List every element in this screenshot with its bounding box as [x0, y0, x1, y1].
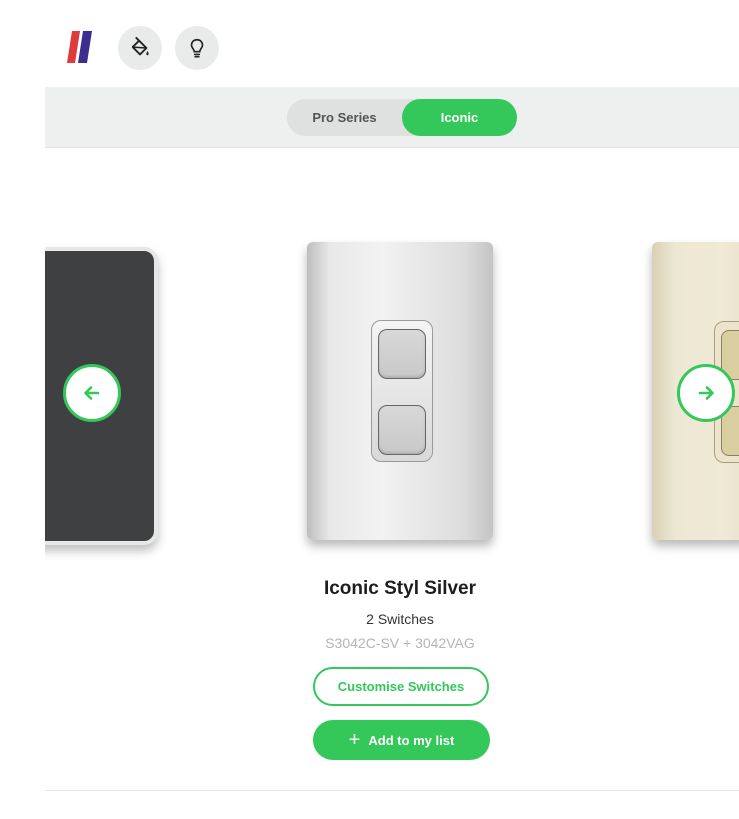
switch-key-bottom	[378, 405, 426, 455]
lightbulb-icon	[190, 38, 204, 58]
product-switch-count: 2 Switches	[366, 611, 434, 627]
series-option-pro[interactable]: Pro Series	[287, 99, 402, 136]
switch-frame	[371, 320, 433, 462]
divider	[45, 790, 739, 791]
previous-product-button[interactable]	[63, 364, 121, 422]
switch-key-top	[378, 329, 426, 379]
series-toggle: Pro Series Iconic	[287, 99, 517, 136]
product-carousel: Iconic Styl Silver 2 Switches S3042C-SV …	[45, 150, 739, 790]
brand-logo-icon	[67, 31, 92, 63]
paint-button[interactable]	[118, 26, 162, 70]
paint-bucket-icon	[131, 37, 149, 56]
add-to-list-button[interactable]: + Add to my list	[313, 720, 490, 760]
arrow-left-icon	[84, 386, 100, 400]
plus-icon: +	[348, 729, 361, 751]
product-code: S3042C-SV + 3042VAG	[325, 635, 475, 651]
brand-logo[interactable]	[67, 31, 95, 63]
add-to-list-label: Add to my list	[368, 732, 455, 748]
product-title: Iconic Styl Silver	[323, 578, 477, 599]
arrow-right-icon	[698, 386, 714, 400]
series-option-iconic[interactable]: Iconic	[402, 99, 517, 136]
lightbulb-button[interactable]	[175, 26, 219, 70]
customise-switches-button[interactable]: Customise Switches	[313, 667, 489, 706]
next-product-button[interactable]	[677, 364, 735, 422]
current-product-image	[307, 242, 493, 540]
